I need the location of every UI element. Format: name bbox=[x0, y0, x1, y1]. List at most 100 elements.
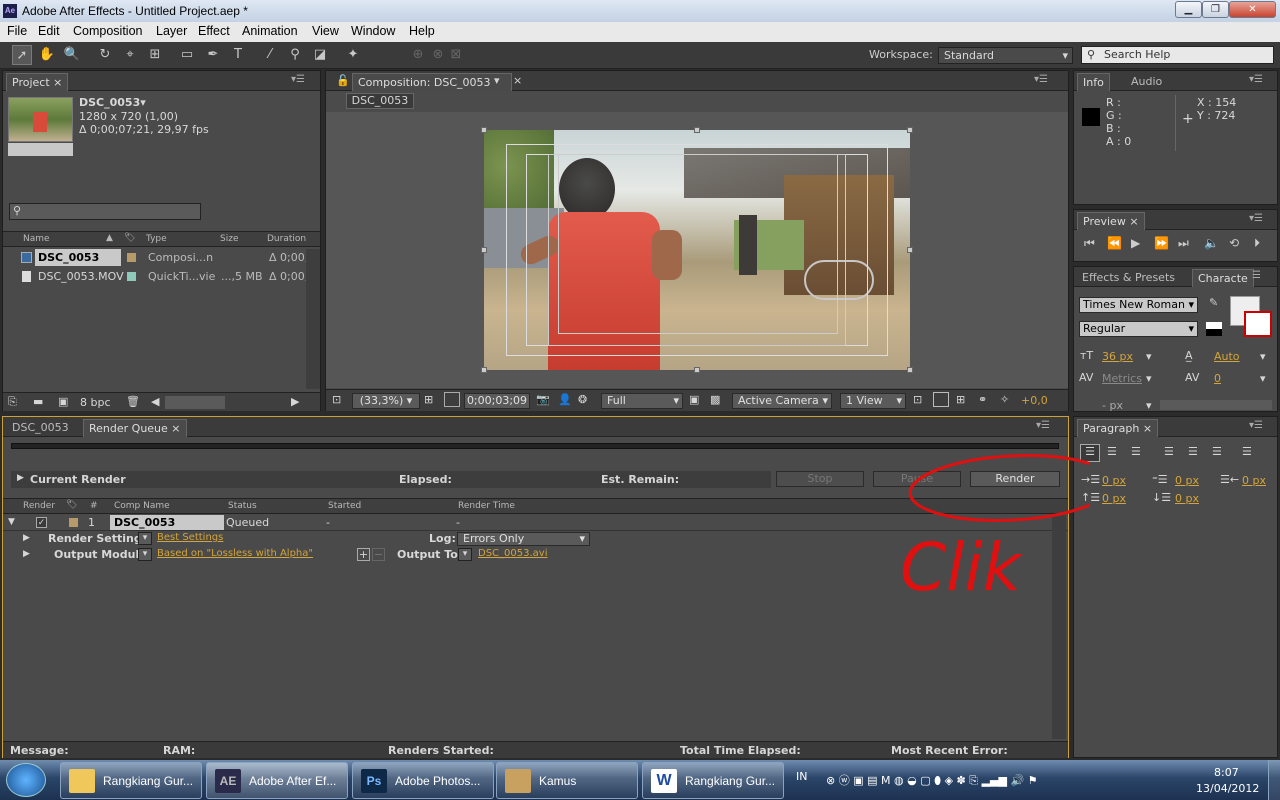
tray-app-icon[interactable]: ⊗ bbox=[826, 774, 835, 787]
loop-icon[interactable]: ⟲ bbox=[1229, 236, 1239, 250]
output-module-value[interactable]: Based on "Lossless with Alpha" bbox=[157, 548, 313, 559]
tray-app-icon[interactable]: ✽ bbox=[957, 774, 966, 787]
region-of-interest-icon[interactable] bbox=[444, 392, 460, 407]
chevron-down-icon[interactable]: ▾ bbox=[138, 548, 152, 561]
last-frame-icon[interactable]: ⏭ bbox=[1178, 236, 1189, 251]
audio-icon[interactable]: 🔈 bbox=[1204, 236, 1219, 250]
rotate-tool-icon[interactable]: ↻ bbox=[95, 45, 115, 65]
stroke-width-value[interactable]: - px bbox=[1102, 399, 1123, 412]
fast-preview-icon[interactable]: ▣ bbox=[689, 393, 699, 406]
tab-render-queue[interactable]: Render Queue × bbox=[83, 419, 187, 437]
tab-timeline-dsc[interactable]: DSC_0053 bbox=[7, 419, 74, 437]
tab-info[interactable]: Info bbox=[1077, 73, 1110, 91]
chevron-down-icon[interactable]: ▾ bbox=[1146, 350, 1152, 363]
tray-app-icon[interactable]: M bbox=[881, 774, 891, 787]
tray-app-icon[interactable]: ◈ bbox=[945, 774, 953, 787]
col-type[interactable]: Type bbox=[146, 234, 167, 244]
panel-menu-icon[interactable]: ▾☰ bbox=[1249, 420, 1263, 431]
selection-tool-icon[interactable]: ➚ bbox=[12, 45, 32, 65]
exposure-reset-icon[interactable]: ✧ bbox=[1000, 393, 1009, 406]
project-search-input[interactable]: ⚲ bbox=[9, 203, 201, 220]
show-snapshot-icon[interactable]: 👤 bbox=[558, 393, 572, 406]
black-swatch[interactable] bbox=[1206, 329, 1222, 336]
stroke-option-select[interactable] bbox=[1160, 400, 1272, 410]
volume-icon[interactable]: 🔊 bbox=[1010, 774, 1024, 787]
transform-handle[interactable] bbox=[694, 367, 700, 373]
panel-menu-icon[interactable]: ▾☰ bbox=[1034, 74, 1048, 85]
justify-all-icon[interactable]: ☰ bbox=[1242, 445, 1252, 458]
justify-right-icon[interactable]: ☰ bbox=[1212, 445, 1222, 458]
chevron-down-icon[interactable]: ▾ bbox=[138, 532, 152, 545]
close-icon[interactable]: × bbox=[513, 74, 522, 87]
font-family-select[interactable]: Times New Roman ▾ bbox=[1079, 297, 1198, 313]
label-tag-icon[interactable]: 🏷 bbox=[124, 233, 135, 243]
close-button[interactable]: ✕ bbox=[1229, 1, 1276, 18]
play-icon[interactable]: ▶ bbox=[1131, 236, 1140, 250]
col-number[interactable]: # bbox=[90, 501, 98, 511]
tray-app-icon[interactable]: ⎘ bbox=[969, 774, 978, 787]
clock-time[interactable]: 8:07 bbox=[1214, 766, 1239, 779]
comp-subtab[interactable]: DSC_0053 bbox=[346, 93, 414, 109]
expand-icon[interactable]: ▶ bbox=[23, 533, 30, 543]
kerning-value[interactable]: Metrics bbox=[1102, 372, 1142, 385]
grid-icon[interactable]: ⊞ bbox=[424, 393, 433, 406]
trash-icon[interactable]: 🗑 bbox=[126, 395, 140, 408]
fast-previews-icon[interactable] bbox=[933, 392, 949, 407]
space-after-value[interactable]: 0 px bbox=[1175, 492, 1199, 505]
menu-composition[interactable]: Composition bbox=[73, 24, 142, 38]
workspace-select[interactable]: Standard ▾ bbox=[938, 47, 1073, 64]
expand-icon[interactable]: ▶ bbox=[23, 549, 30, 559]
resolution-select[interactable]: Full ▾ bbox=[601, 393, 683, 409]
transform-handle[interactable] bbox=[694, 127, 700, 133]
project-row[interactable]: DSC_0053 Composi...n Δ 0;00; ⚭ bbox=[3, 249, 320, 267]
timeline-icon[interactable]: ⊞ bbox=[956, 393, 965, 406]
transparency-grid-icon[interactable]: ▩ bbox=[710, 393, 720, 406]
ram-preview-icon[interactable]: ⏵ bbox=[1254, 236, 1260, 251]
type-tool-icon[interactable]: T bbox=[228, 45, 248, 65]
pen-tool-icon[interactable]: ✒ bbox=[203, 45, 223, 65]
panel-menu-icon[interactable]: ☰ bbox=[1252, 270, 1261, 281]
menu-view[interactable]: View bbox=[312, 24, 339, 38]
render-checkbox[interactable]: ✓ bbox=[36, 517, 47, 528]
flag-icon[interactable]: ⚑ bbox=[1028, 774, 1038, 787]
col-render-time[interactable]: Render Time bbox=[458, 501, 515, 511]
log-select[interactable]: Errors Only ▾ bbox=[457, 532, 590, 546]
prev-frame-icon[interactable]: ⏪ bbox=[1107, 236, 1122, 250]
scrollbar[interactable] bbox=[306, 249, 320, 389]
space-before-value[interactable]: 0 px bbox=[1102, 492, 1126, 505]
zoom-tool-icon[interactable]: 🔍 bbox=[62, 45, 82, 65]
tray-app-icon[interactable]: ◍ bbox=[894, 774, 904, 787]
menu-help[interactable]: Help bbox=[409, 24, 435, 38]
lock-icon[interactable]: 🔓 bbox=[336, 74, 350, 87]
language-indicator[interactable]: IN bbox=[796, 770, 807, 783]
tab-effects-presets[interactable]: Effects & Presets bbox=[1077, 269, 1180, 287]
minimize-button[interactable]: ▁ bbox=[1175, 1, 1202, 18]
indent-left-value[interactable]: 0 px bbox=[1102, 474, 1126, 487]
col-started[interactable]: Started bbox=[328, 501, 361, 511]
panel-menu-icon[interactable]: ▾☰ bbox=[1249, 74, 1263, 85]
chevron-down-icon[interactable]: ▾ bbox=[1146, 372, 1152, 385]
panel-menu-icon[interactable]: ▾☰ bbox=[1036, 420, 1050, 431]
font-size-value[interactable]: 36 px bbox=[1102, 350, 1133, 363]
maximize-button[interactable]: ❐ bbox=[1202, 1, 1229, 18]
menu-animation[interactable]: Animation bbox=[242, 24, 298, 38]
camera-select[interactable]: Active Camera ▾ bbox=[732, 393, 832, 409]
comp-frame[interactable] bbox=[484, 130, 910, 370]
taskbar-item[interactable]: W Rangkiang Gur... bbox=[642, 762, 784, 799]
bpc-toggle[interactable]: 8 bpc bbox=[80, 396, 111, 409]
exposure-value[interactable]: +0,0 bbox=[1021, 394, 1048, 407]
interpret-footage-icon[interactable]: ⎘ bbox=[8, 395, 17, 409]
tab-project[interactable]: Project × bbox=[6, 73, 69, 91]
brush-tool-icon[interactable]: ⁄ bbox=[260, 45, 280, 65]
tab-composition[interactable]: Composition: DSC_0053 bbox=[352, 73, 512, 91]
scroll-right-icon[interactable]: ▶ bbox=[291, 395, 299, 408]
tray-app-icon[interactable]: ▣ bbox=[853, 774, 863, 787]
col-duration[interactable]: Duration bbox=[267, 234, 306, 244]
pan-behind-tool-icon[interactable]: ⊞ bbox=[145, 45, 165, 65]
tray-app-icon[interactable]: ◒ bbox=[907, 774, 917, 787]
network-icon[interactable]: ▂▄▆ bbox=[982, 774, 1007, 787]
tab-preview[interactable]: Preview × bbox=[1077, 212, 1145, 230]
stop-button[interactable]: Stop bbox=[776, 471, 864, 487]
col-status[interactable]: Status bbox=[228, 501, 257, 511]
comp-name[interactable]: DSC_0053▾ bbox=[79, 96, 146, 109]
